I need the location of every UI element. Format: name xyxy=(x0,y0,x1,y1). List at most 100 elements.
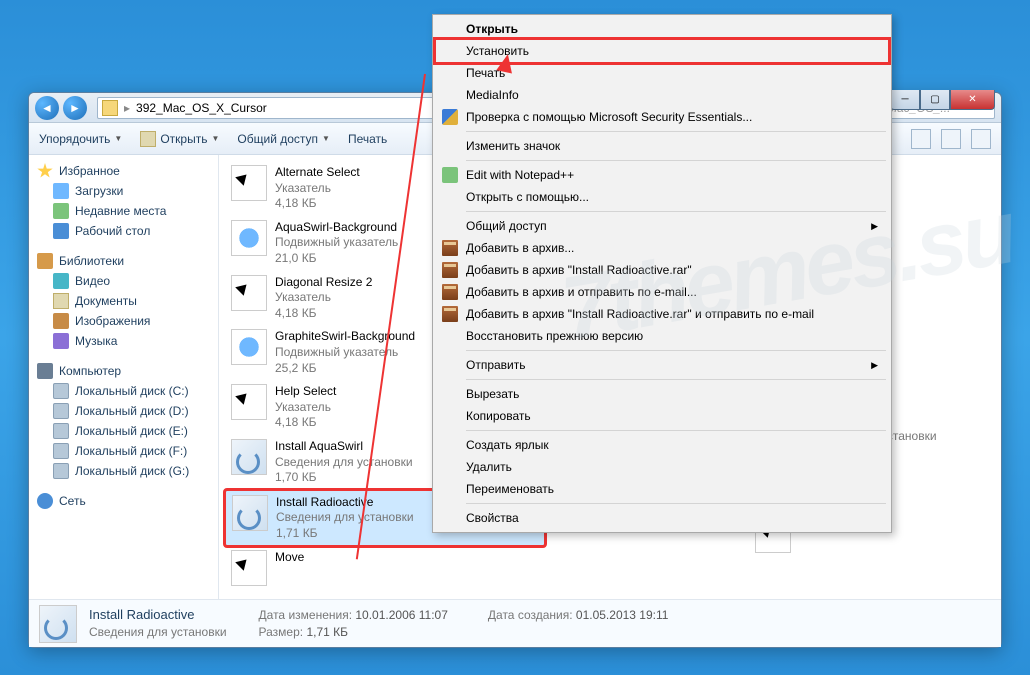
window-controls: ─ ▢ ✕ xyxy=(890,90,995,110)
ctx-shortcut[interactable]: Создать ярлык xyxy=(436,434,888,456)
breadcrumb-folder[interactable]: 392_Mac_OS_X_Cursor xyxy=(136,101,267,115)
sidebar-item-pictures[interactable]: Изображения xyxy=(29,311,218,331)
ctx-add-rar[interactable]: Добавить в архив "Install Radioactive.ra… xyxy=(436,259,888,281)
sidebar-drive-f[interactable]: Локальный диск (F:) xyxy=(29,441,218,461)
drive-icon xyxy=(53,383,69,399)
ctx-rename[interactable]: Переименовать xyxy=(436,478,888,500)
notepadpp-icon xyxy=(442,167,458,183)
nav-forward-button[interactable]: ► xyxy=(63,96,87,120)
open-menu[interactable]: Открыть▼ xyxy=(140,131,219,147)
winrar-icon xyxy=(442,240,458,256)
organize-menu[interactable]: Упорядочить▼ xyxy=(39,132,122,146)
file-type: Указатель xyxy=(275,181,360,197)
winrar-icon xyxy=(442,306,458,322)
desktop-icon xyxy=(53,223,69,239)
file-name: Install Radioactive xyxy=(276,495,414,511)
file-size: 21,0 КБ xyxy=(275,251,398,267)
drive-icon xyxy=(53,423,69,439)
minimize-button[interactable]: ─ xyxy=(890,90,920,110)
sidebar-item-desktop[interactable]: Рабочий стол xyxy=(29,221,218,241)
file-type: Указатель xyxy=(275,400,336,416)
document-icon xyxy=(140,131,156,147)
sidebar-item-recent[interactable]: Недавние места xyxy=(29,201,218,221)
ctx-properties[interactable]: Свойства xyxy=(436,507,888,529)
file-size: 4,18 КБ xyxy=(275,196,360,212)
sidebar-computer[interactable]: Компьютер xyxy=(29,361,218,381)
file-name: Diagonal Resize 2 xyxy=(275,275,372,291)
sidebar-drive-g[interactable]: Локальный диск (G:) xyxy=(29,461,218,481)
help-icon[interactable] xyxy=(971,129,991,149)
ctx-notepadpp[interactable]: Edit with Notepad++ xyxy=(436,164,888,186)
sidebar-favorites[interactable]: Избранное xyxy=(29,161,218,181)
file-name: GraphiteSwirl-Background xyxy=(275,329,415,345)
ctx-add-archive[interactable]: Добавить в архив... xyxy=(436,237,888,259)
ctx-open[interactable]: Открыть xyxy=(436,18,888,40)
ctx-print[interactable]: Печать xyxy=(436,62,888,84)
ani-file-icon xyxy=(231,220,267,256)
ctx-add-rar-email[interactable]: Добавить в архив "Install Radioactive.ra… xyxy=(436,303,888,325)
file-type: Подвижный указатель xyxy=(275,345,415,361)
recent-icon xyxy=(53,203,69,219)
details-title: Install Radioactive xyxy=(89,606,227,624)
ani-file-icon xyxy=(231,329,267,365)
sidebar-item-downloads[interactable]: Загрузки xyxy=(29,181,218,201)
sidebar-item-documents[interactable]: Документы xyxy=(29,291,218,311)
chevron-right-icon: ▶ xyxy=(871,360,878,371)
sidebar-item-videos[interactable]: Видео xyxy=(29,271,218,291)
file-type: Подвижный указатель xyxy=(275,235,398,251)
view-options-icon[interactable] xyxy=(911,129,931,149)
winrar-icon xyxy=(442,284,458,300)
print-button[interactable]: Печать xyxy=(348,132,387,146)
computer-icon xyxy=(37,363,53,379)
ctx-restore[interactable]: Восстановить прежнюю версию xyxy=(436,325,888,347)
preview-pane-icon[interactable] xyxy=(941,129,961,149)
drive-icon xyxy=(53,403,69,419)
sidebar-drive-e[interactable]: Локальный диск (E:) xyxy=(29,421,218,441)
drive-icon xyxy=(53,463,69,479)
file-size: 1,70 КБ xyxy=(275,470,413,486)
sidebar-drive-c[interactable]: Локальный диск (C:) xyxy=(29,381,218,401)
ctx-separator xyxy=(466,430,886,431)
drive-icon xyxy=(53,443,69,459)
navigation-pane: Избранное Загрузки Недавние места Рабочи… xyxy=(29,155,219,599)
ctx-install[interactable]: Установить xyxy=(436,40,888,62)
file-type: Сведения для установки xyxy=(276,510,414,526)
download-icon xyxy=(53,183,69,199)
file-size: 4,18 КБ xyxy=(275,415,336,431)
context-menu: Открыть Установить Печать MediaInfo Пров… xyxy=(432,14,892,533)
details-subtitle: Сведения для установки xyxy=(89,624,227,641)
nav-back-button[interactable]: ◄ xyxy=(35,96,59,120)
ctx-open-with[interactable]: Открыть с помощью... xyxy=(436,186,888,208)
file-name: Alternate Select xyxy=(275,165,360,181)
file-item[interactable]: Move xyxy=(225,546,545,590)
ctx-delete[interactable]: Удалить xyxy=(436,456,888,478)
sidebar-drive-d[interactable]: Локальный диск (D:) xyxy=(29,401,218,421)
sidebar-libraries[interactable]: Библиотеки xyxy=(29,251,218,271)
music-icon xyxy=(53,333,69,349)
ctx-share[interactable]: Общий доступ▶ xyxy=(436,215,888,237)
sidebar-item-music[interactable]: Музыка xyxy=(29,331,218,351)
ctx-send[interactable]: Отправить▶ xyxy=(436,354,888,376)
close-button[interactable]: ✕ xyxy=(950,90,995,110)
ctx-mediainfo[interactable]: MediaInfo xyxy=(436,84,888,106)
ctx-mse-scan[interactable]: Проверка с помощью Microsoft Security Es… xyxy=(436,106,888,128)
inf-file-icon xyxy=(231,439,267,475)
ctx-separator xyxy=(466,211,886,212)
file-size: 4,18 КБ xyxy=(275,306,372,322)
share-menu[interactable]: Общий доступ▼ xyxy=(237,132,330,146)
cur-file-icon xyxy=(231,165,267,201)
ctx-separator xyxy=(466,503,886,504)
sidebar-network[interactable]: Сеть xyxy=(29,491,218,511)
inf-file-icon xyxy=(39,605,77,643)
ctx-separator xyxy=(466,379,886,380)
file-size: 25,2 КБ xyxy=(275,361,415,377)
ctx-change-icon[interactable]: Изменить значок xyxy=(436,135,888,157)
ctx-add-email[interactable]: Добавить в архив и отправить по e-mail..… xyxy=(436,281,888,303)
file-size: 1,71 КБ xyxy=(276,526,414,542)
library-icon xyxy=(37,253,53,269)
file-name: Help Select xyxy=(275,384,336,400)
maximize-button[interactable]: ▢ xyxy=(920,90,950,110)
shield-icon xyxy=(442,109,458,125)
ctx-cut[interactable]: Вырезать xyxy=(436,383,888,405)
ctx-copy[interactable]: Копировать xyxy=(436,405,888,427)
